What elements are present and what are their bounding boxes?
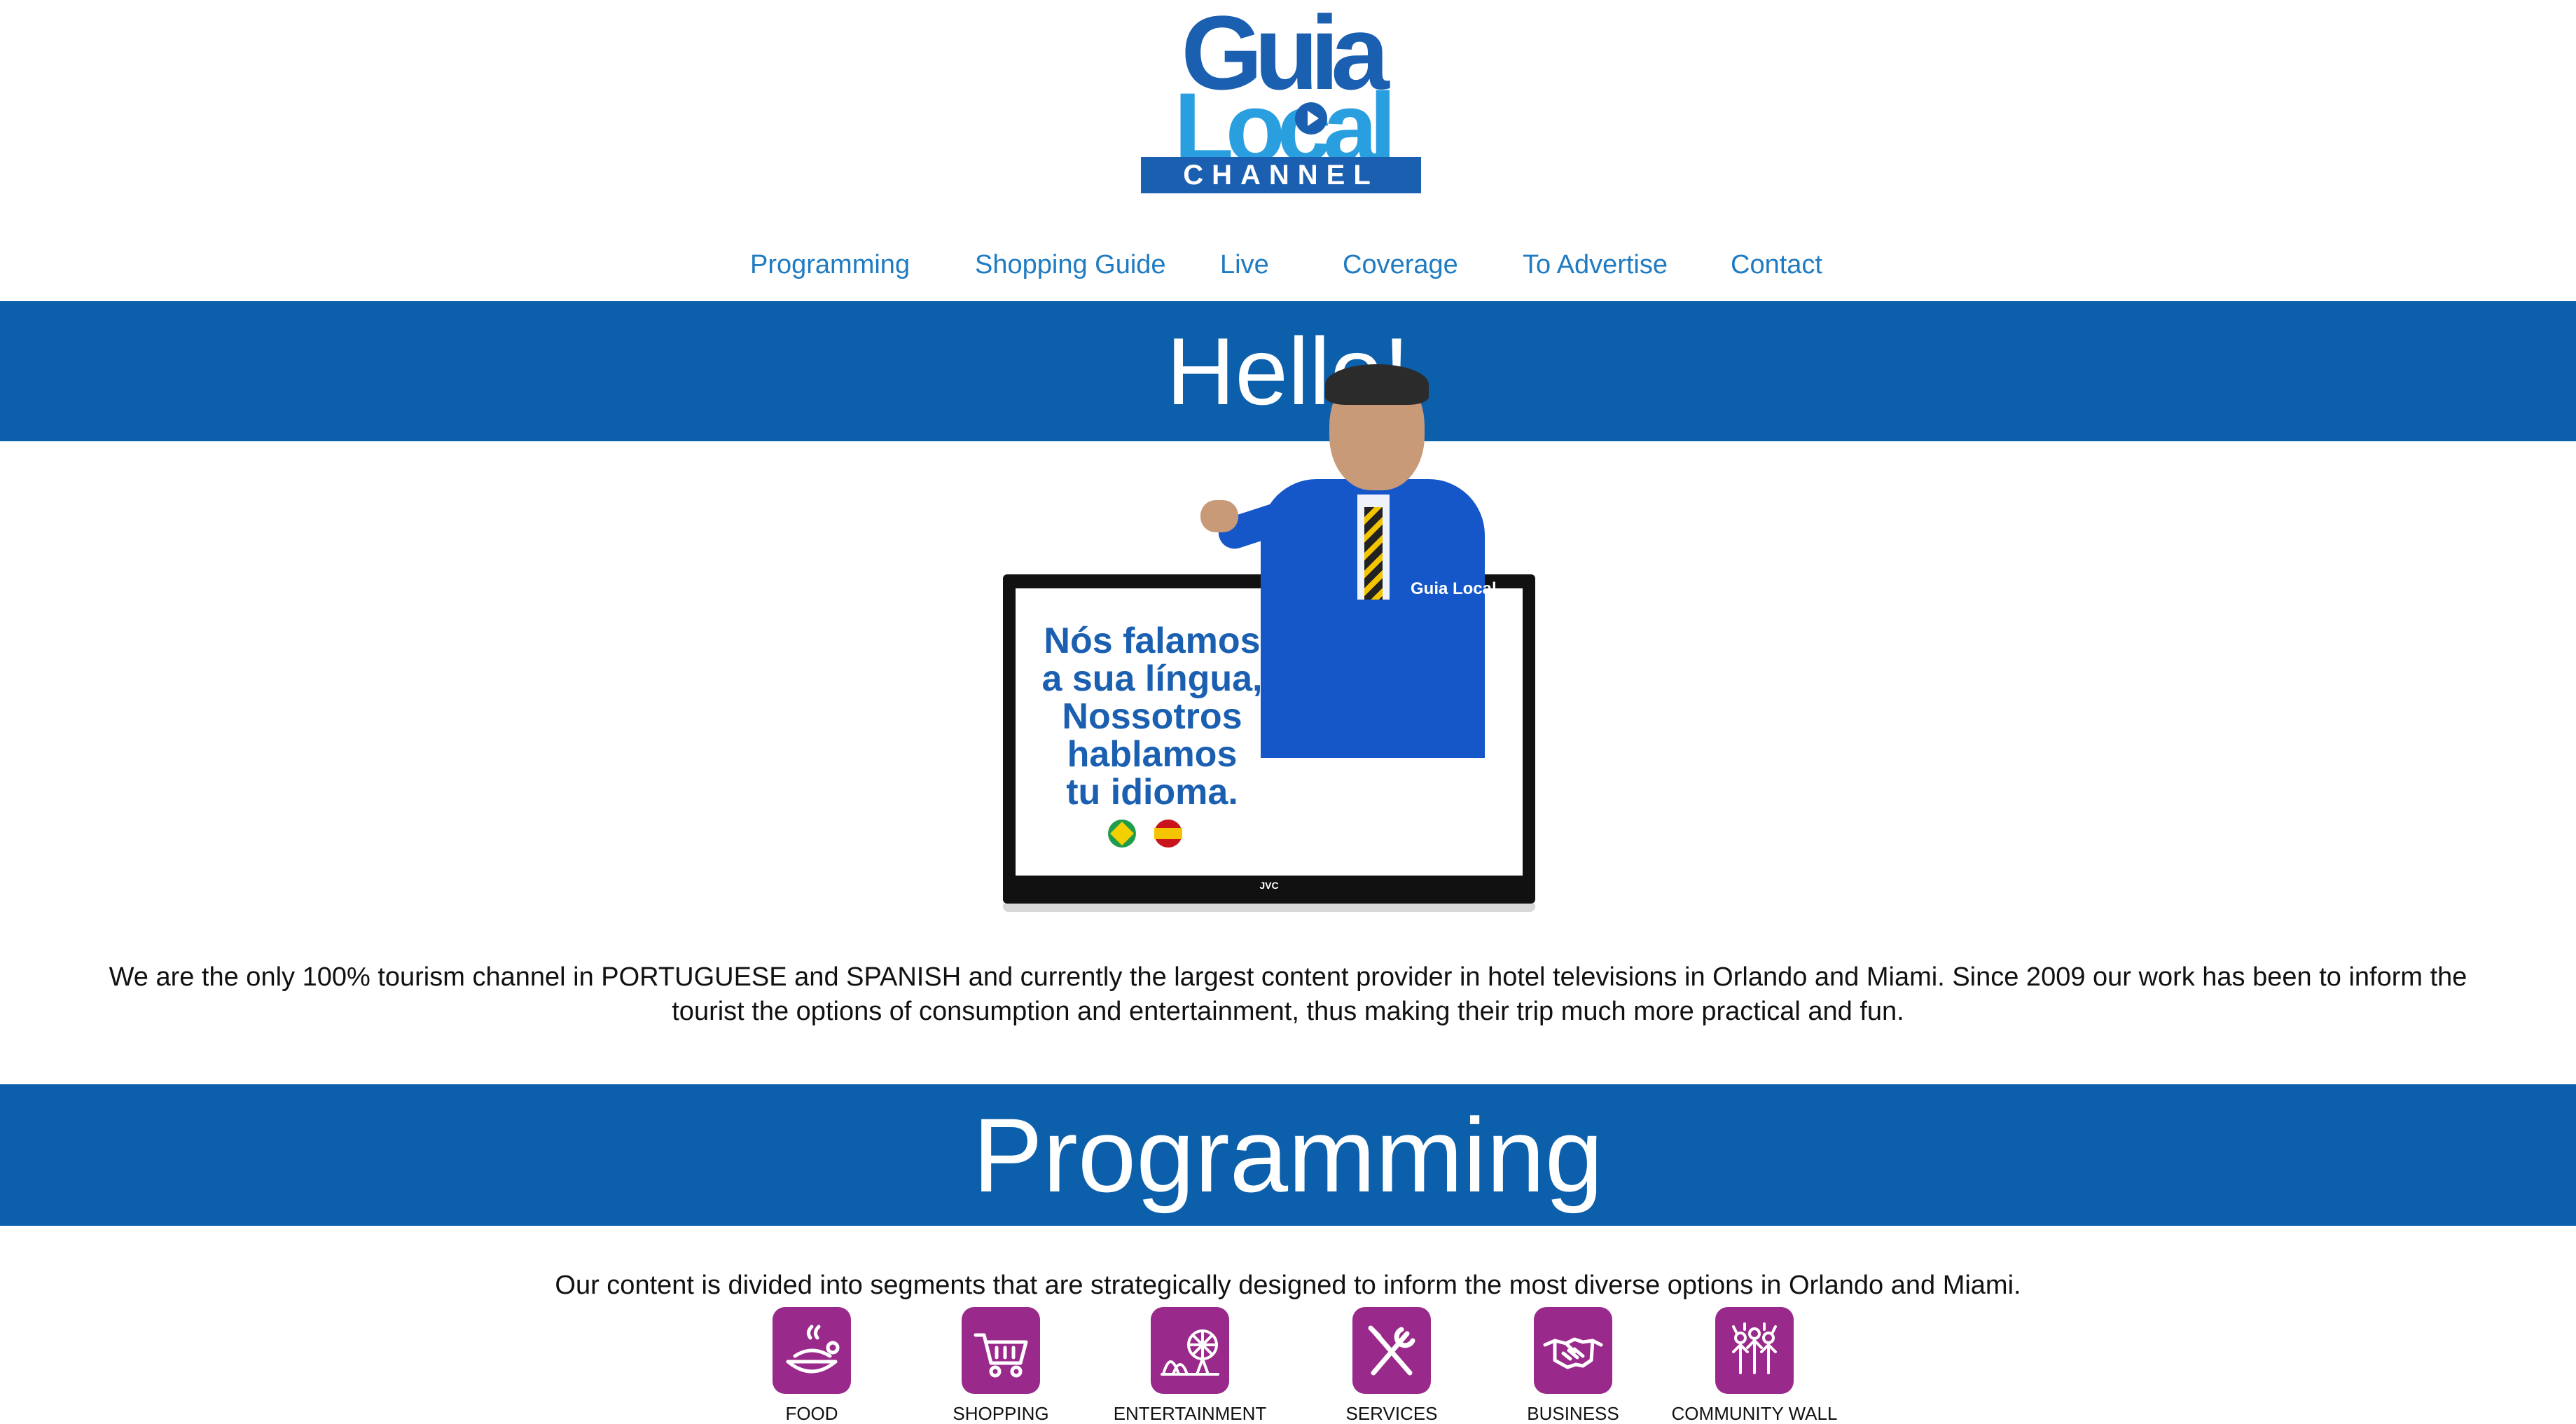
tools-icon [1352, 1307, 1431, 1394]
category-community-wall[interactable]: COMMUNITY WALL [1672, 1307, 1837, 1423]
presenter-photo: Guia Local [1200, 364, 1497, 758]
nav-to-advertise[interactable]: To Advertise [1523, 245, 1668, 284]
category-food[interactable]: FOOD [770, 1307, 854, 1423]
suit-badge-logo: Guia Local [1411, 579, 1497, 598]
tv-line-4: hablamos [1067, 734, 1238, 775]
category-business[interactable]: BUSINESS [1527, 1307, 1619, 1423]
spain-flag-icon [1154, 820, 1182, 848]
community-icon [1715, 1307, 1794, 1394]
nav-coverage[interactable]: Coverage [1343, 245, 1458, 284]
category-label-services: SERVICES [1345, 1403, 1438, 1424]
striped-tie [1364, 507, 1383, 600]
programming-heading: Programming [0, 1084, 2576, 1226]
logo-word-channel: CHANNEL [1141, 157, 1421, 193]
food-icon [773, 1307, 851, 1394]
category-entertainment[interactable]: ENTERTAINMENT [1114, 1307, 1266, 1423]
tv-line-3: Nossotros [1062, 696, 1242, 737]
category-label-shopping: SHOPPING [953, 1403, 1049, 1424]
category-label-business: BUSINESS [1527, 1403, 1619, 1424]
category-label-entertainment: ENTERTAINMENT [1113, 1403, 1267, 1424]
nav-programming[interactable]: Programming [750, 245, 910, 284]
category-services[interactable]: SERVICES [1345, 1307, 1438, 1423]
nav-live[interactable]: Live [1220, 245, 1269, 284]
handshake-icon [1534, 1307, 1612, 1394]
nav-shopping-guide[interactable]: Shopping Guide [975, 245, 1166, 284]
category-label-food: FOOD [785, 1403, 838, 1424]
pointing-hand [1200, 500, 1238, 532]
presenter-hair [1325, 364, 1429, 405]
main-nav: Programming Shopping Guide Live Coverage… [0, 245, 2576, 284]
tv-line-1: Nós falamos [1044, 621, 1261, 661]
ferris-wheel-icon [1151, 1307, 1229, 1394]
category-shopping[interactable]: SHOPPING [953, 1307, 1049, 1423]
category-label-community-wall: COMMUNITY WALL [1671, 1403, 1838, 1424]
tv-brand-label: JVC [1259, 880, 1279, 891]
programming-intro: Our content is divided into segments tha… [555, 1271, 2021, 1300]
cart-icon [962, 1307, 1040, 1394]
tv-stand [1003, 904, 1535, 912]
tv-hero-image: Nós falamos a sua língua, Nossotros habl… [1003, 364, 1538, 913]
site-logo[interactable]: Guia Local CHANNEL [1140, 0, 1422, 196]
play-icon [1295, 102, 1327, 134]
brazil-flag-icon [1108, 820, 1136, 848]
nav-contact[interactable]: Contact [1731, 245, 1822, 284]
tv-line-5: tu idioma. [1066, 772, 1238, 813]
tv-line-2: a sua língua, [1041, 658, 1263, 699]
intro-paragraph: We are the only 100% tourism channel in … [109, 962, 2467, 1026]
